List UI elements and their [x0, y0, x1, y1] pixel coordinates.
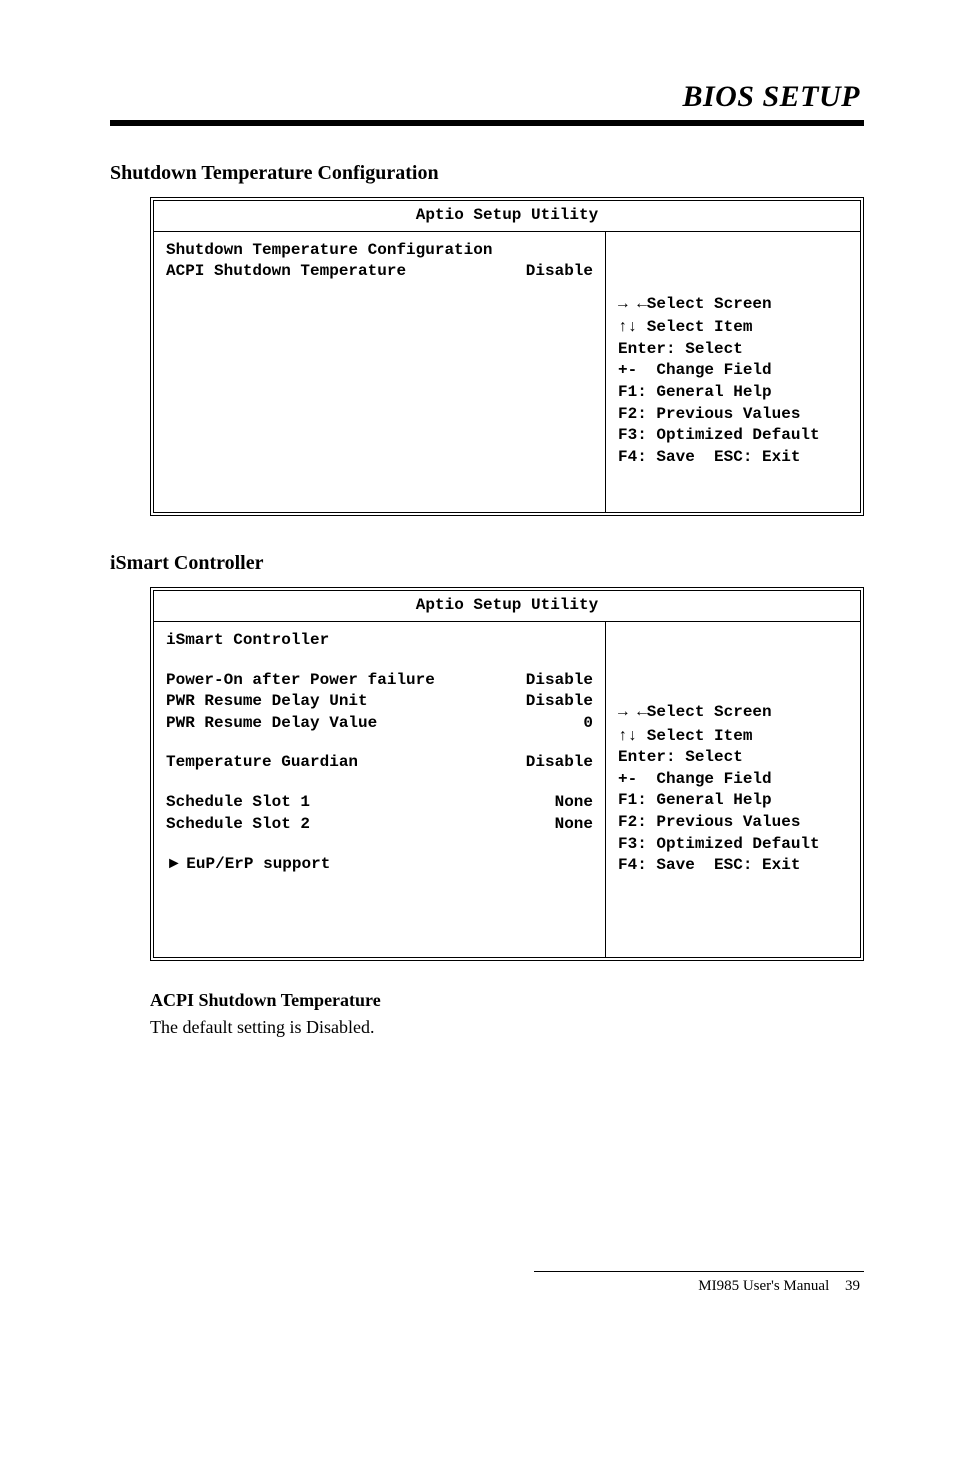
pwr-resume-delay-value-value[interactable]: 0 — [583, 713, 593, 735]
footer-product: MI985 User's Manual — [698, 1278, 829, 1294]
help-f2: F2: Previous Values — [618, 404, 850, 426]
help-f1: F1: General Help — [618, 382, 850, 404]
pwr-resume-delay-unit-label: PWR Resume Delay Unit — [166, 691, 378, 713]
acpi-shutdown-temp-value[interactable]: Disable — [526, 261, 593, 283]
help-change-field: +- Change Field — [618, 360, 850, 382]
help-select-item: ↑↓ Select Item — [618, 317, 850, 339]
temp-guardian-label: Temperature Guardian — [166, 752, 368, 774]
help-f3: F3: Optimized Default — [618, 425, 850, 447]
help-enter: Enter: Select — [618, 747, 850, 769]
note-label: ACPI Shutdown Temperature — [150, 990, 381, 1010]
poweron-after-fail-label: Power-On after Power failure — [166, 670, 445, 692]
schedule-slot1-label: Schedule Slot 1 — [166, 792, 320, 814]
bios-box-2: Aptio Setup Utility iSmart Controller Po… — [150, 587, 864, 960]
schedule-slot2-value[interactable]: None — [555, 814, 593, 836]
bios-box-1-title: Aptio Setup Utility — [154, 201, 860, 232]
bios-box-1: Aptio Setup Utility Shutdown Temperature… — [150, 197, 864, 516]
ismart-controller-label: iSmart Controller — [166, 630, 339, 652]
schedule-slot2-label: Schedule Slot 2 — [166, 814, 320, 836]
footer-rule — [534, 1271, 864, 1272]
help-enter: Enter: Select — [618, 339, 850, 361]
page-header-title: BIOS SETUP — [110, 80, 864, 114]
section1-heading: Shutdown Temperature Configuration — [110, 162, 864, 185]
acpi-shutdown-temp-label: ACPI Shutdown Temperature — [166, 261, 416, 283]
help-select-screen: → ←Select Screen — [618, 702, 850, 724]
help-select-item: ↑↓ Select Item — [618, 726, 850, 748]
eup-erp-support-label[interactable]: EuP/ErP support — [186, 855, 330, 873]
section2-heading: iSmart Controller — [110, 552, 864, 575]
shutdown-temp-config-label: Shutdown Temperature Configuration — [166, 240, 502, 262]
help-select-screen: → ←Select Screen — [618, 294, 850, 316]
header-rule — [110, 120, 864, 126]
pwr-resume-delay-value-label: PWR Resume Delay Value — [166, 713, 387, 735]
note-text: The default setting is Disabled. — [150, 1017, 374, 1037]
bios-box-2-title: Aptio Setup Utility — [154, 591, 860, 622]
bios-help-pane-2: → ←Select Screen ↑↓ Select Item Enter: S… — [605, 622, 860, 957]
help-f2: F2: Previous Values — [618, 812, 850, 834]
footer-page-number: 39 — [845, 1278, 860, 1294]
poweron-after-fail-value[interactable]: Disable — [526, 670, 593, 692]
help-f4: F4: Save ESC: Exit — [618, 447, 850, 469]
pwr-resume-delay-unit-value[interactable]: Disable — [526, 691, 593, 713]
help-change-field: +- Change Field — [618, 769, 850, 791]
help-f1: F1: General Help — [618, 790, 850, 812]
help-f4: F4: Save ESC: Exit — [618, 855, 850, 877]
bios-help-pane-1: → ←Select Screen ↑↓ Select Item Enter: S… — [605, 232, 860, 513]
submenu-arrow-icon: ► EuP/ErP support — [166, 853, 340, 876]
help-f3: F3: Optimized Default — [618, 834, 850, 856]
schedule-slot1-value[interactable]: None — [555, 792, 593, 814]
temp-guardian-value[interactable]: Disable — [526, 752, 593, 774]
